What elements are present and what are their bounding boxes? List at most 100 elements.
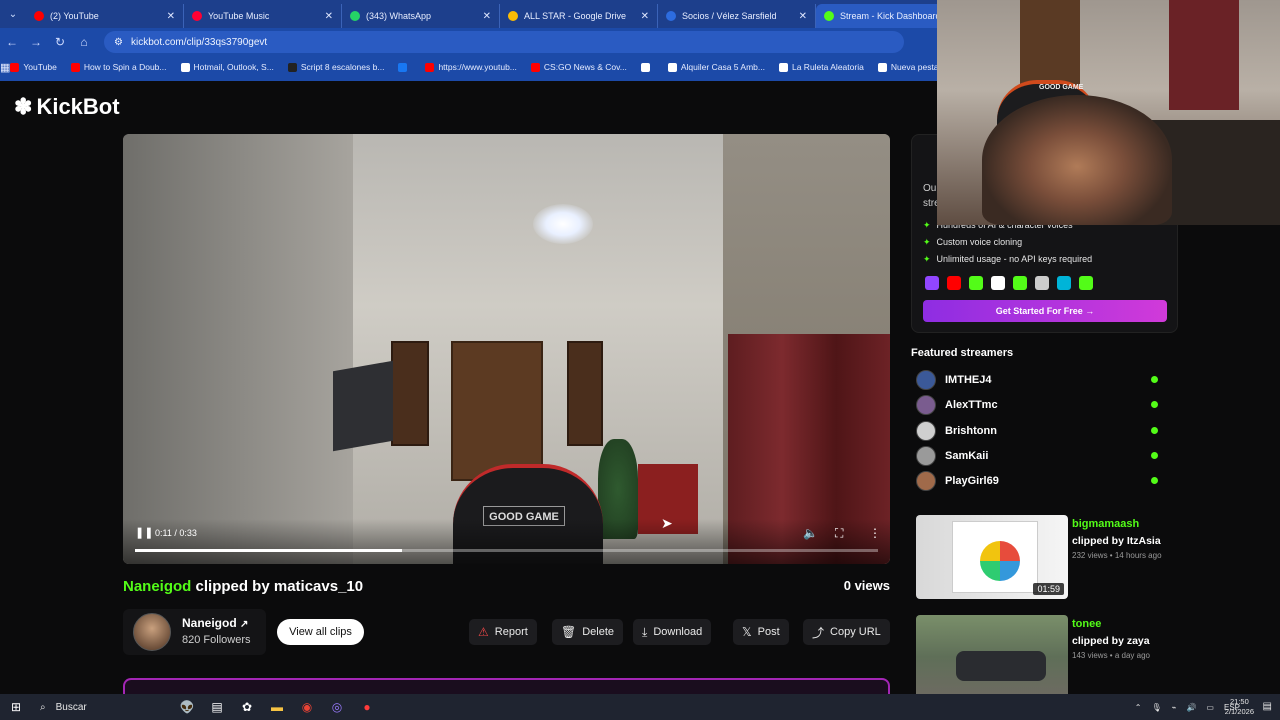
- side-clip-channel[interactable]: bigmamaash: [1072, 518, 1139, 530]
- reload-icon[interactable]: ↻: [48, 35, 72, 49]
- bookmark-item[interactable]: [640, 62, 654, 72]
- fullscreen-icon[interactable]: ⛶: [835, 526, 843, 541]
- microphone-icon[interactable]: 🎙: [1151, 703, 1161, 712]
- battery-icon[interactable]: ▭: [1206, 703, 1214, 712]
- featured-streamer-name: IMTHEJ4: [945, 374, 992, 386]
- get-started-button[interactable]: Get Started For Free →: [923, 300, 1167, 322]
- obs-icon[interactable]: ◎: [322, 694, 352, 720]
- site-info-icon[interactable]: ⚙: [114, 37, 123, 48]
- forward-icon[interactable]: →: [24, 35, 48, 49]
- recording-app-icon[interactable]: ●: [352, 694, 382, 720]
- bookmark-label: Hotmail, Outlook, S...: [193, 62, 274, 72]
- platform-icon[interactable]: [991, 276, 1005, 290]
- featured-streamer-item[interactable]: SamKaii: [916, 445, 1166, 467]
- tab-close-icon[interactable]: ✕: [483, 11, 491, 22]
- pause-icon[interactable]: ❚❚: [135, 526, 153, 539]
- copy-url-button[interactable]: ⤴ Copy URL: [803, 619, 890, 645]
- copilot-icon[interactable]: ✿: [232, 694, 262, 720]
- tab-close-icon[interactable]: ✕: [167, 11, 175, 22]
- streamer-card[interactable]: Naneigod ↗ 820 Followers: [123, 609, 266, 655]
- video-frame-wall: [123, 134, 353, 564]
- clip-thumbnail[interactable]: 01:59: [916, 515, 1068, 599]
- widgets-icon[interactable]: 👽: [172, 694, 202, 720]
- post-button[interactable]: 𝕏 Post: [733, 619, 789, 645]
- url-text: kickbot.com/clip/33qs3790gevt: [130, 36, 268, 48]
- platform-icon[interactable]: [1057, 276, 1071, 290]
- report-button[interactable]: ⚠ Report: [469, 619, 537, 645]
- bookmark-item[interactable]: La Ruleta Aleatoria: [778, 62, 864, 72]
- more-options-icon[interactable]: ⋮: [869, 526, 881, 540]
- side-clip-channel[interactable]: tonee: [1072, 618, 1101, 630]
- tab-close-icon[interactable]: ✕: [641, 11, 649, 22]
- featured-streamer-item[interactable]: Brishtonn: [916, 420, 1166, 442]
- platform-icon[interactable]: [947, 276, 961, 290]
- bookmark-favicon-icon: [530, 62, 540, 72]
- taskbar-clock[interactable]: 21:50 2/1/2026: [1225, 697, 1254, 717]
- streamer-name[interactable]: Naneigod ↗: [182, 616, 248, 630]
- platform-icon[interactable]: [969, 276, 983, 290]
- tray-chevron-icon[interactable]: ⌃: [1135, 703, 1142, 712]
- windows-start-icon[interactable]: ⊞: [0, 700, 32, 714]
- taskbar-search[interactable]: ⌕ Buscar: [32, 694, 172, 720]
- browser-tab[interactable]: ALL STAR - Google Drive ✕: [500, 4, 658, 28]
- chrome-icon[interactable]: ◉: [292, 694, 322, 720]
- delete-button[interactable]: 🗑 Delete: [552, 619, 624, 645]
- address-bar[interactable]: ⚙ kickbot.com/clip/33qs3790gevt: [104, 31, 904, 53]
- tab-favicon-icon: [34, 11, 44, 21]
- tab-close-icon[interactable]: ✕: [799, 11, 807, 22]
- bookmark-favicon-icon: [287, 62, 297, 72]
- bookmark-item[interactable]: YouTube: [10, 62, 57, 72]
- bookmark-item[interactable]: CS:GO News & Cov...: [530, 62, 627, 72]
- bookmark-item[interactable]: [398, 62, 411, 72]
- side-clip-card[interactable]: tonee clipped by zaya 143 views • a day …: [916, 615, 1178, 699]
- task-view-icon[interactable]: ▤: [202, 694, 232, 720]
- home-icon[interactable]: ⌂: [72, 35, 96, 49]
- download-icon: ⤓: [642, 624, 648, 639]
- network-icon[interactable]: ⌁: [1172, 703, 1177, 712]
- bookmark-item[interactable]: Hotmail, Outlook, S...: [180, 62, 274, 72]
- volume-icon[interactable]: 🔈: [803, 526, 818, 540]
- platform-icon[interactable]: [925, 276, 939, 290]
- tab-search-icon[interactable]: ⌄: [0, 0, 26, 28]
- back-icon[interactable]: ←: [0, 35, 24, 49]
- warning-icon: ⚠: [478, 625, 489, 639]
- tab-close-icon[interactable]: ✕: [325, 11, 333, 22]
- volume-tray-icon[interactable]: 🔊: [1186, 703, 1196, 712]
- player-controls: [123, 519, 890, 564]
- platform-icon[interactable]: [1079, 276, 1093, 290]
- tab-favicon-icon: [350, 11, 360, 21]
- browser-tab[interactable]: (343) WhatsApp ✕: [342, 4, 500, 28]
- delete-label: Delete: [582, 626, 615, 638]
- featured-streamer-item[interactable]: IMTHEJ4: [916, 369, 1166, 391]
- featured-streamer-item[interactable]: PlayGirl69: [916, 470, 1166, 492]
- avatar: [916, 395, 936, 416]
- kickbot-logo[interactable]: ✽ KickBot: [14, 94, 120, 120]
- notifications-icon[interactable]: ▤: [1263, 701, 1272, 712]
- platform-icon[interactable]: [1013, 276, 1027, 290]
- browser-tab[interactable]: (2) YouTube ✕: [26, 4, 184, 28]
- tab-label: (2) YouTube: [50, 11, 99, 21]
- featured-streamer-item[interactable]: AlexTTmc: [916, 394, 1166, 416]
- browser-tab[interactable]: Socios / Vélez Sarsfield ✕: [658, 4, 816, 28]
- platform-icon[interactable]: [1035, 276, 1049, 290]
- bookmark-item[interactable]: How to Spin a Doub...: [70, 62, 167, 72]
- bookmark-label: CS:GO News & Cov...: [543, 62, 627, 72]
- bookmark-item[interactable]: Alquiler Casa 5 Amb...: [667, 62, 765, 72]
- clip-thumbnail[interactable]: [916, 615, 1068, 699]
- live-status-icon: [1151, 401, 1158, 409]
- view-all-clips-button[interactable]: View all clips: [277, 619, 364, 645]
- bookmark-item[interactable]: Script 8 escalones b...: [287, 62, 384, 72]
- clip-clipped-by: clipped by maticavs_10: [191, 578, 364, 595]
- side-clip-card[interactable]: 01:59 bigmamaash clipped by ItzAsia 232 …: [916, 515, 1178, 599]
- clip-channel-link[interactable]: Naneigod: [123, 578, 191, 595]
- video-player[interactable]: GOOD GAME ❚❚ 0:11 / 0:33 🔈 ⛶ ⋮ ➤: [123, 134, 890, 564]
- file-explorer-icon[interactable]: ▬: [262, 694, 292, 720]
- kickbot-logo-icon: ✽: [14, 94, 33, 119]
- apps-icon[interactable]: ▦: [0, 61, 10, 74]
- browser-tab[interactable]: YouTube Music ✕: [184, 4, 342, 28]
- bookmark-item[interactable]: https://www.youtub...: [425, 62, 517, 72]
- download-button[interactable]: ⤓ Download: [633, 619, 712, 645]
- player-progress-bar[interactable]: [135, 549, 878, 552]
- avatar[interactable]: [133, 613, 171, 651]
- bookmark-favicon-icon: [398, 62, 408, 72]
